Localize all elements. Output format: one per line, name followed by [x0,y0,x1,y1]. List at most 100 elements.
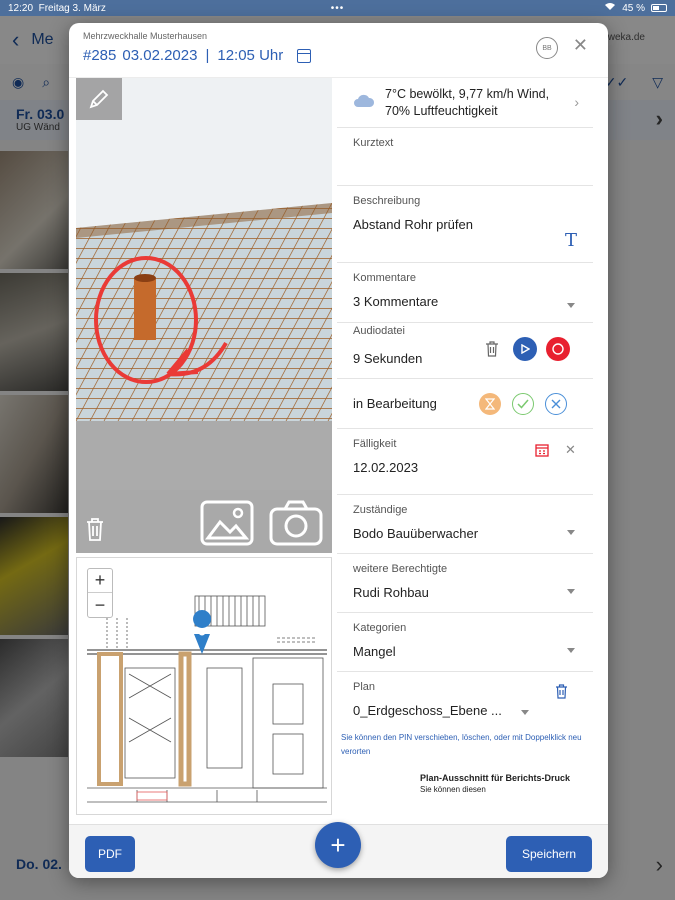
calendar-icon[interactable] [297,48,312,63]
status-date: Freitag 3. März [38,2,106,14]
chevron-right-icon[interactable]: › [656,106,663,132]
record-audio-button[interactable] [546,337,570,361]
beschreibung-value[interactable]: Abstand Rohr prüfen [353,217,577,232]
zustaendige-field[interactable]: Zuständige Bodo Bauüberwacher [337,495,593,554]
multitask-dots[interactable]: ••• [331,3,345,14]
edit-pencil-button[interactable] [76,78,122,120]
weather-row[interactable]: 7°C bewölkt, 9,77 km/h Wind, 70% Luftfeu… [337,78,593,128]
bg-thumbnail[interactable] [0,273,68,391]
due-calendar-icon[interactable] [535,443,549,462]
bg-thumbnail[interactable] [0,639,68,757]
ticket-number: #285 [83,47,117,64]
bg-thumbnails [0,151,68,761]
chevron-right-icon[interactable]: › [656,852,663,878]
status-in-progress-icon[interactable] [479,393,501,415]
ticket-date: 03.02.2023 [122,47,198,64]
status-done-icon[interactable] [512,393,534,415]
save-button[interactable]: Speichern [506,836,592,872]
chevron-down-icon[interactable] [521,710,529,715]
floor-plan-drawing [87,595,327,803]
gallery-icon[interactable] [200,500,254,551]
filter-icon[interactable]: ▽ [652,74,663,91]
ticket-separator: | [205,47,210,64]
weitere-value[interactable]: Rudi Rohbau [353,585,577,600]
beschreibung-field[interactable]: Beschreibung Abstand Rohr prüfen T [337,186,593,263]
chevron-down-icon[interactable] [567,648,575,653]
bg-thumbnail[interactable] [0,517,68,635]
kommentare-value[interactable]: 3 Kommentare [353,294,577,309]
beschreibung-label: Beschreibung [353,195,421,207]
check-all-icon[interactable]: ✓✓ [605,74,628,91]
modal-header: Mehrzweckhalle Musterhausen #285 03.02.2… [69,23,608,78]
bg-thumbnail[interactable] [0,151,68,269]
search-icon[interactable]: ⌕ [42,74,50,91]
defect-photo[interactable] [76,78,332,421]
project-name: Mehrzweckhalle Musterhausen [83,31,208,41]
chevron-down-icon[interactable] [567,530,575,535]
chevron-right-icon[interactable]: › [574,94,579,110]
bg-thumbnail[interactable] [0,395,68,513]
plan-cut-title: Plan-Ausschnitt für Berichts-Druck [420,773,571,783]
status-time: 12:20 [8,2,34,14]
plan-cut-info: Plan-Ausschnitt für Berichts-Druck Sie k… [420,773,570,795]
kurztext-label: Kurztext [353,137,394,149]
plan-label: Plan [353,681,376,693]
weather-line-1: 7°C bewölkt, 9,77 km/h Wind, [385,86,550,101]
ticket-modal: Mehrzweckhalle Musterhausen #285 03.02.2… [69,23,608,878]
plan-hint: Sie können den PIN verschieben, löschen,… [341,733,582,756]
kurztext-field[interactable]: Kurztext [337,128,593,186]
floor-plan-map[interactable]: + − [76,557,332,815]
back-arrow-icon[interactable]: ‹ [12,27,19,53]
status-field: in Bearbeitung [337,379,593,429]
bg-day-title: Fr. 03.0 [16,106,65,122]
status-value: in Bearbeitung [353,396,437,411]
photo-toolbar [76,490,332,553]
audio-trash-icon[interactable] [485,341,499,362]
audio-field: Audiodatei 9 Sekunden [337,323,593,379]
kommentare-label: Kommentare [353,272,416,284]
bg-url: weka.de [607,32,645,43]
wifi-icon [604,2,616,14]
weitere-label: weitere Berechtigte [353,563,448,575]
zoom-control: + − [87,568,113,618]
camera-icon[interactable] [269,500,323,551]
plan-field[interactable]: Plan 0_Erdgeschoss_Ebene ... [337,672,593,730]
chevron-down-icon[interactable] [567,303,575,308]
status-bar: 12:20 Freitag 3. März ••• 45 % [0,0,675,16]
kategorien-value[interactable]: Mangel [353,644,577,659]
plan-cut-sub: Sie können diesen [420,785,486,794]
cloud-icon [353,93,375,113]
audio-value: 9 Sekunden [353,351,423,366]
plan-value[interactable]: 0_Erdgeschoss_Ebene ... [353,703,577,718]
chevron-down-icon[interactable] [567,589,575,594]
zoom-in-button[interactable]: + [88,569,112,593]
kategorien-label: Kategorien [353,622,407,634]
ticket-header: #285 03.02.2023 | 12:05 Uhr [83,47,594,64]
faelligkeit-value[interactable]: 12.02.2023 [353,460,577,475]
clear-date-icon[interactable]: ✕ [565,442,576,458]
kategorien-field[interactable]: Kategorien Mangel [337,613,593,672]
zustaendige-value[interactable]: Bodo Bauüberwacher [353,526,577,541]
ticket-time: 12:05 Uhr [217,47,284,64]
pdf-button[interactable]: PDF [85,836,135,872]
bb-button[interactable]: BB [536,37,558,59]
add-button[interactable]: + [315,822,361,868]
audio-label: Audiodatei [353,325,405,337]
zoom-out-button[interactable]: − [88,593,112,617]
weather-text: 7°C bewölkt, 9,77 km/h Wind, 70% Luftfeu… [385,86,549,120]
photo-panel [76,78,332,553]
weitere-berechtigte-field[interactable]: weitere Berechtigte Rudi Rohbau [337,554,593,613]
location-icon[interactable]: ◉ [12,74,24,91]
text-format-icon[interactable]: T [565,230,577,251]
kommentare-field[interactable]: Kommentare 3 Kommentare [337,263,593,323]
plan-trash-icon[interactable] [555,684,568,704]
detail-fields: 7°C bewölkt, 9,77 km/h Wind, 70% Luftfeu… [337,78,593,730]
play-audio-button[interactable] [513,337,537,361]
trash-icon[interactable] [84,516,106,547]
status-rejected-icon[interactable] [545,393,567,415]
faelligkeit-field[interactable]: Fälligkeit 12.02.2023 ✕ [337,429,593,495]
zustaendige-label: Zuständige [353,504,408,516]
battery-percent: 45 % [622,2,645,14]
close-icon[interactable]: ✕ [573,35,588,56]
bg-footer-day: Do. 02. [16,856,62,872]
